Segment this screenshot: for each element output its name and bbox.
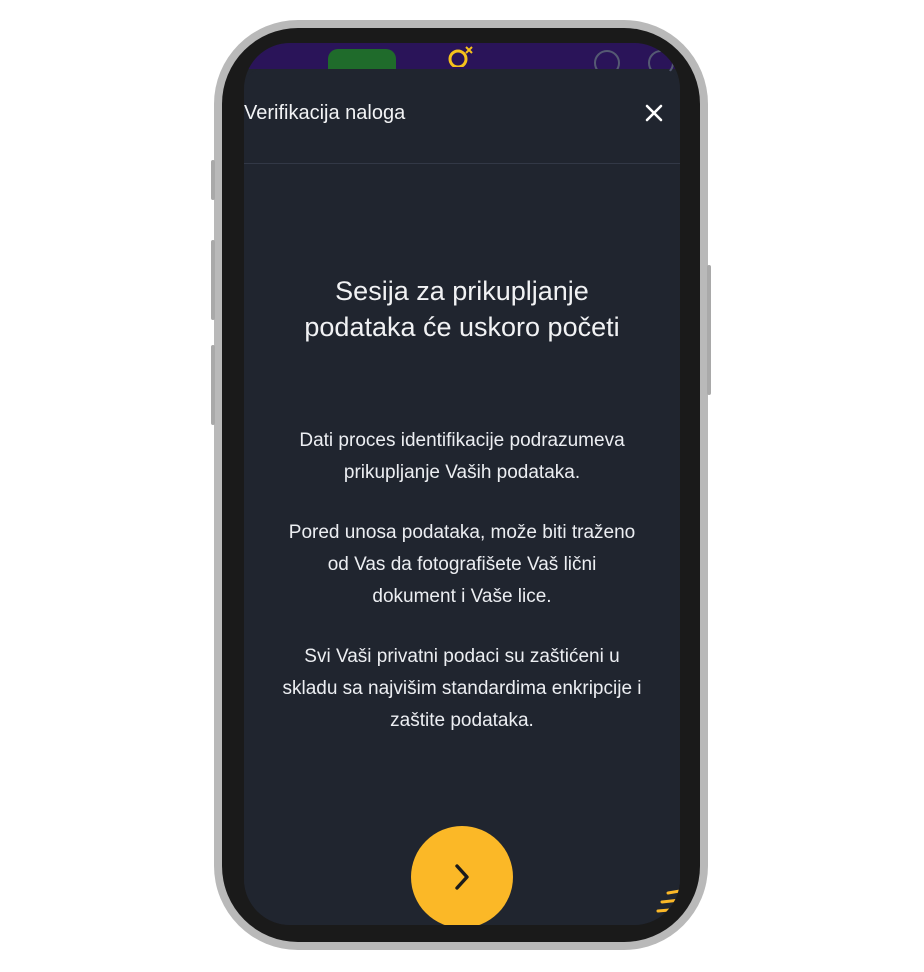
close-icon	[645, 104, 663, 122]
phone-side-button	[211, 240, 215, 320]
chevron-right-icon	[455, 864, 469, 890]
close-button[interactable]	[642, 101, 666, 125]
info-paragraph: Dati proces identifikacije podrazumeva p…	[256, 425, 668, 489]
headline-line: Sesija za prikupljanje	[335, 276, 589, 306]
phone-side-button	[211, 160, 215, 200]
next-button[interactable]	[411, 826, 513, 925]
headline-line: podataka će uskoro početi	[304, 312, 620, 342]
phone-screen: Verifikacija naloga Sesija za prikupljan…	[244, 43, 680, 925]
paragraph-line: od Vas da fotografišete Vaš lični	[327, 554, 597, 575]
top-bar-button	[328, 49, 396, 69]
paragraph-line: zaštite podataka.	[390, 710, 534, 731]
info-paragraph: Svi Vaši privatni podaci su zaštićeni u …	[256, 641, 668, 737]
paragraph-line: Svi Vaši privatni podaci su zaštićeni u	[304, 646, 620, 667]
phone-side-button	[211, 345, 215, 425]
paragraph-line: prikupljanje Vaših podataka.	[343, 462, 581, 483]
modal-title: Verifikacija naloga	[244, 102, 406, 124]
verification-modal: Verifikacija naloga Sesija za prikupljan…	[244, 69, 680, 925]
info-paragraph: Pored unosa podataka, može biti traženo …	[256, 517, 668, 613]
menu-lines-glyph	[656, 889, 680, 913]
brand-logo	[446, 45, 476, 69]
paragraph-line: dokument i Vaše lice.	[372, 586, 552, 607]
paragraph-line: Dati proces identifikacije podrazumeva	[299, 430, 625, 451]
modal-header: Verifikacija naloga	[244, 69, 680, 164]
paragraph-line: skladu sa najvišim standardima enkripcij…	[282, 678, 642, 699]
paragraph-line: Pored unosa podataka, može biti traženo	[288, 522, 636, 543]
brand-logo-icon	[448, 46, 473, 69]
phone-power-button	[707, 265, 711, 395]
menu-lines-icon[interactable]	[656, 887, 680, 919]
session-headline: Sesija za prikupljanje podataka će uskor…	[260, 273, 664, 345]
app-top-bar	[244, 43, 680, 76]
